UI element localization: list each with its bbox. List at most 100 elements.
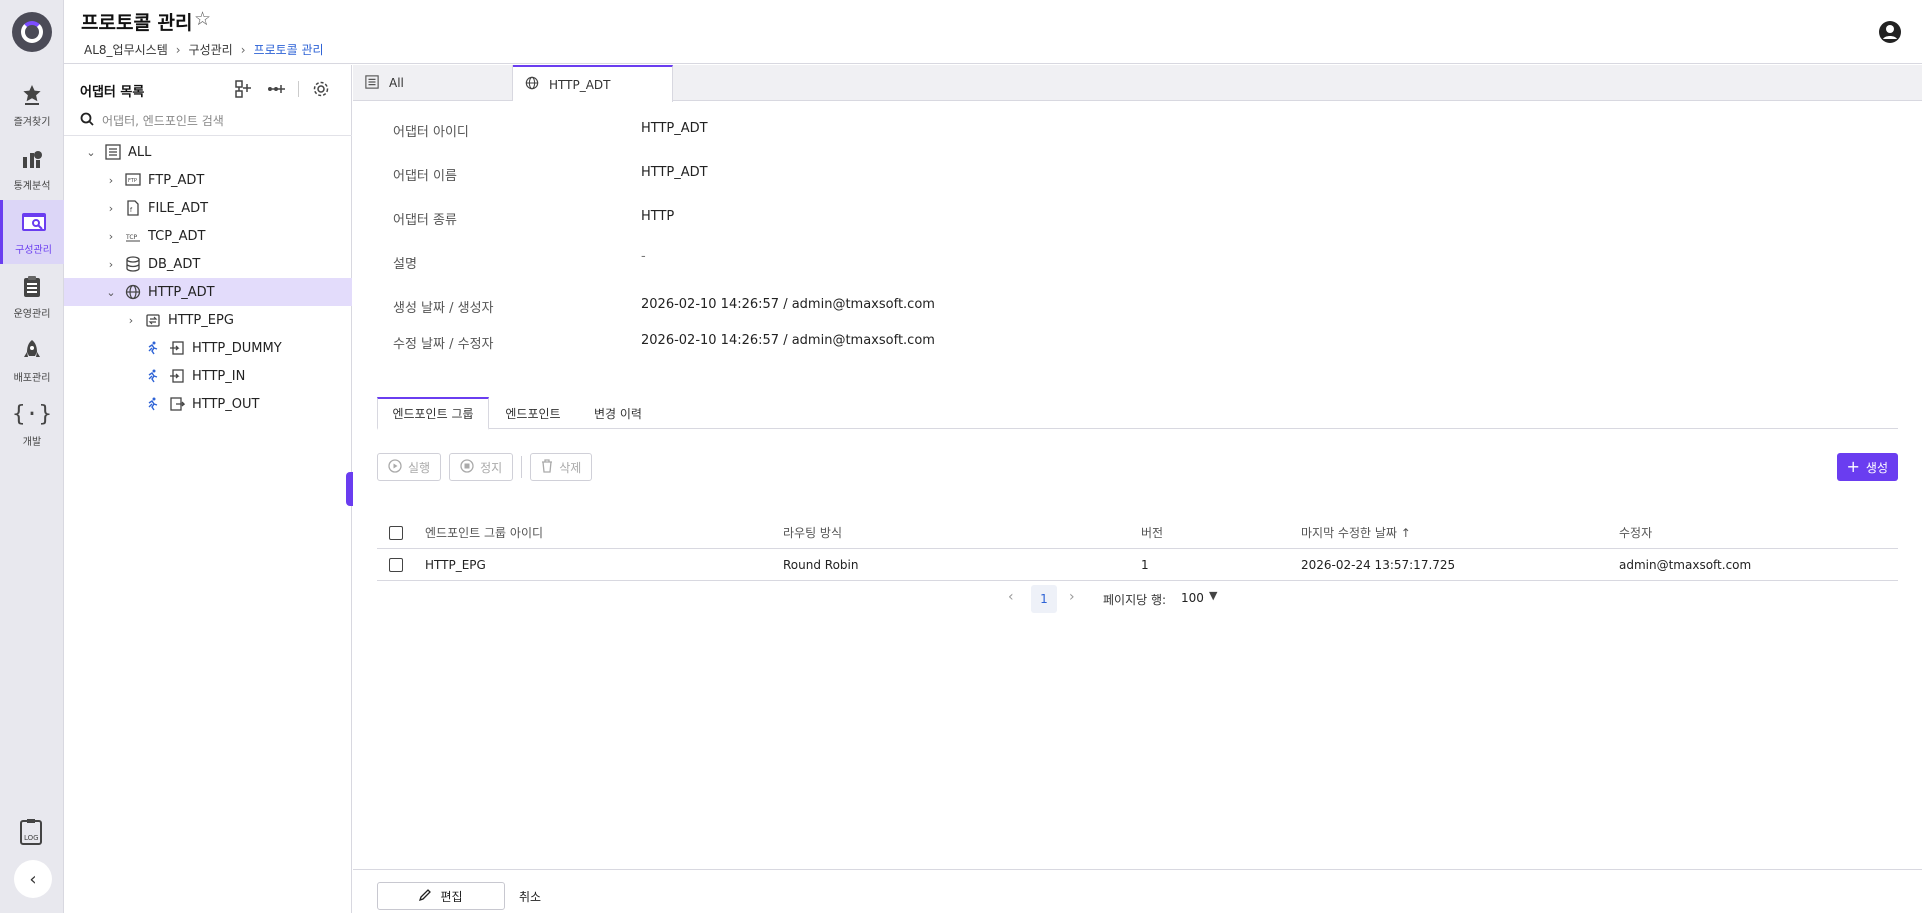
tab-endpoint-group[interactable]: 엔드포인트 그룹 — [377, 397, 489, 430]
button-label: 삭제 — [559, 460, 582, 475]
tree-node-file[interactable]: › f FILE_ADT — [64, 194, 352, 222]
favorite-star-icon[interactable]: ☆ — [194, 8, 211, 30]
add-endpoint-icon[interactable] — [266, 79, 286, 99]
chevron-down-icon[interactable]: ⌄ — [84, 146, 98, 159]
svg-text:TCP: TCP — [125, 234, 138, 241]
chevron-right-icon[interactable]: › — [104, 258, 118, 271]
breadcrumb: AL8_업무시스템 › 구성관리 › 프로토콜 관리 — [84, 41, 324, 58]
panel-resize-handle[interactable] — [346, 472, 353, 506]
star-icon — [18, 81, 46, 109]
breadcrumb-item[interactable]: 구성관리 — [189, 41, 233, 58]
rail-item-favorites[interactable]: 즐겨찾기 — [0, 72, 64, 136]
button-label: 정지 — [480, 460, 503, 475]
row-checkbox[interactable] — [389, 557, 403, 572]
table-toolbar: 실행 정지 삭제 — [377, 453, 593, 481]
tree-node-label: HTTP_EPG — [168, 312, 234, 328]
info-value: HTTP_ADT — [641, 121, 708, 136]
divider — [64, 135, 352, 136]
tree-node-http-out[interactable]: HTTP_OUT — [64, 390, 352, 418]
endpoint-icon — [168, 339, 186, 357]
chevron-down-icon[interactable]: ⌄ — [104, 286, 118, 299]
rail-item-config[interactable]: 구성관리 — [0, 200, 64, 264]
tree-search-input[interactable] — [102, 114, 322, 128]
column-header[interactable]: 라우팅 방식 — [783, 524, 842, 541]
chevron-right-icon[interactable]: › — [104, 174, 118, 187]
column-header[interactable]: 수정자 — [1619, 524, 1652, 541]
document-tabs: All HTTP_ADT — [353, 65, 1922, 102]
tree-node-label: FTP_ADT — [148, 172, 205, 188]
chevron-right-icon[interactable]: › — [124, 314, 138, 327]
run-button[interactable]: 실행 — [377, 453, 442, 481]
chevron-right-icon[interactable]: › — [104, 230, 118, 243]
rail-item-deploy[interactable]: 배포관리 — [0, 328, 64, 392]
svg-text:LOG: LOG — [24, 834, 39, 842]
endpoint-in-icon — [168, 367, 186, 385]
info-row: 어댑터 종류 HTTP — [393, 209, 1293, 229]
column-header[interactable]: 버전 — [1141, 524, 1163, 541]
page-button-current[interactable]: 1 — [1031, 585, 1057, 613]
column-header[interactable]: 엔드포인트 그룹 아이디 — [425, 524, 543, 541]
globe-icon — [124, 283, 142, 301]
tree-node-label: HTTP_IN — [192, 368, 246, 384]
stop-button[interactable]: 정지 — [449, 453, 514, 481]
rail-label: 운영관리 — [13, 308, 51, 320]
delete-button[interactable]: 삭제 — [530, 453, 593, 481]
breadcrumb-current: 프로토콜 관리 — [253, 43, 324, 57]
gear-icon[interactable] — [311, 79, 331, 99]
breadcrumb-item[interactable]: AL8_업무시스템 — [84, 41, 168, 58]
select-all-checkbox[interactable] — [389, 525, 403, 540]
cancel-button[interactable]: 취소 — [519, 882, 541, 910]
tree-node-ftp[interactable]: › FTP FTP_ADT — [64, 166, 352, 194]
chevron-right-icon[interactable]: › — [104, 202, 118, 215]
add-adapter-icon[interactable] — [234, 79, 254, 99]
adapter-tree-panel: 어댑터 목록 ⌄ ALL › FTP FTP_ADT › f FILE_ADT … — [64, 65, 352, 913]
tab-label: HTTP_ADT — [549, 77, 611, 92]
column-header-sorted[interactable]: 마지막 수정한 날짜 ↑ — [1301, 524, 1411, 541]
rail-item-dev[interactable]: {·} 개발 — [0, 392, 64, 456]
sub-tabs: 엔드포인트 그룹 엔드포인트 변경 이력 — [377, 397, 1898, 430]
ftp-icon: FTP — [124, 171, 142, 189]
tree-node-http-epg[interactable]: › HTTP_EPG — [64, 306, 352, 334]
chevron-left-icon[interactable]: ‹ — [1008, 589, 1014, 605]
tree-node-label: HTTP_OUT — [192, 396, 260, 412]
play-icon — [388, 458, 402, 476]
tab-endpoint[interactable]: 엔드포인트 — [489, 397, 577, 429]
page-header: 프로토콜 관리 ☆ AL8_업무시스템 › 구성관리 › 프로토콜 관리 — [64, 0, 1922, 64]
caret-down-icon[interactable]: ▼ — [1209, 589, 1217, 602]
page-title: 프로토콜 관리 — [81, 12, 193, 34]
chevron-right-icon[interactable]: › — [1069, 589, 1075, 605]
user-account-icon[interactable] — [1878, 20, 1902, 44]
tree-node-all[interactable]: ⌄ ALL — [64, 138, 352, 166]
info-row: 설명 - — [393, 249, 1293, 273]
tree-toolbar — [234, 79, 331, 99]
log-icon[interactable]: LOG — [18, 818, 46, 846]
pagination: ‹ 1 › 페이지당 행: 100 ▼ — [353, 585, 1922, 613]
table-cell: 1 — [1141, 557, 1149, 572]
code-icon: {·} — [12, 402, 52, 427]
info-key: 어댑터 이름 — [393, 169, 457, 184]
tree-node-http[interactable]: ⌄ HTTP_ADT — [64, 278, 352, 306]
tree-node-http-in[interactable]: HTTP_IN — [64, 362, 352, 390]
tree-node-label: HTTP_DUMMY — [192, 340, 282, 356]
collapse-rail-button[interactable]: ‹ — [14, 860, 52, 898]
clipboard-icon — [18, 273, 46, 301]
rail-item-stats[interactable]: 통계분석 — [0, 136, 64, 200]
table-row[interactable]: HTTP_EPG Round Robin 1 2026-02-24 13:57:… — [377, 549, 1898, 581]
tab-http-adt[interactable]: HTTP_ADT — [513, 65, 673, 102]
rail-item-ops[interactable]: 운영관리 — [0, 264, 64, 328]
edit-button[interactable]: 편집 — [377, 882, 505, 910]
table-cell: HTTP_EPG — [425, 557, 486, 572]
app-logo-icon[interactable] — [12, 12, 52, 52]
tree-node-http-dummy[interactable]: HTTP_DUMMY — [64, 334, 352, 362]
rows-per-page-select[interactable]: 100 — [1181, 591, 1204, 605]
info-key: 어댑터 종류 — [393, 213, 457, 228]
list-icon — [365, 74, 379, 92]
create-button[interactable]: + 생성 — [1836, 453, 1898, 481]
globe-icon — [525, 76, 539, 93]
tree-node-db[interactable]: › DB_ADT — [64, 250, 352, 278]
button-label: 편집 — [440, 889, 463, 904]
tab-all[interactable]: All — [353, 65, 513, 101]
tree-node-label: ALL — [128, 144, 152, 160]
tree-node-tcp[interactable]: › TCP TCP_ADT — [64, 222, 352, 250]
tab-change-history[interactable]: 변경 이력 — [577, 397, 659, 429]
